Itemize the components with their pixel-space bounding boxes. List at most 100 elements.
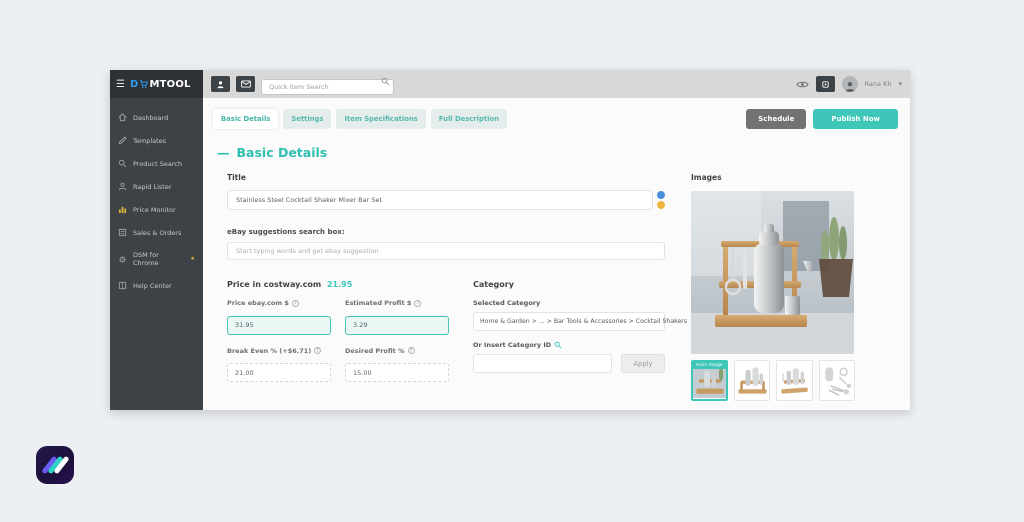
search-icon	[381, 77, 390, 85]
price-ebay-input[interactable]	[227, 315, 331, 335]
tabs: Basic Details Settings Item Specificatio…	[213, 109, 507, 129]
price-source-label: Price in costway.com	[227, 280, 322, 289]
search-input[interactable]	[261, 78, 394, 95]
sidebar-item-templates[interactable]: Templates	[110, 129, 203, 152]
title-input[interactable]	[227, 190, 653, 210]
sidebar-item-label: Price Monitor	[133, 205, 176, 214]
publish-now-button[interactable]: Publish Now	[813, 109, 898, 129]
main-product-image[interactable]	[691, 191, 854, 354]
dsm-tool-logo: D MTOOL	[130, 79, 191, 90]
app-window: ☰ D MTOOL Dashboard Templates Product Se…	[110, 70, 910, 410]
desired-profit-field: Desired Profit %	[345, 346, 449, 382]
gear-icon	[118, 255, 127, 264]
help-icon[interactable]	[314, 347, 322, 354]
person-icon	[217, 80, 224, 88]
apply-button[interactable]: Apply	[621, 354, 665, 373]
sidebar-item-label: Rapid Lister	[133, 182, 172, 191]
help-icon[interactable]	[414, 299, 422, 307]
selected-category-value: Home & Garden > ... > Bar Tools & Access…	[480, 318, 688, 325]
quick-search	[261, 74, 394, 95]
tabs-row: Basic Details Settings Item Specificatio…	[213, 109, 898, 129]
insert-category-label: Or Insert Category ID	[473, 341, 552, 349]
ebay-suggestions-block: eBay suggestions search box:	[227, 228, 665, 260]
topbar: Rana Kh ▾	[203, 70, 910, 98]
images-heading: Images	[691, 173, 722, 182]
dsm-app-badge[interactable]	[36, 446, 74, 484]
sidebar-item-rapid-lister[interactable]: Rapid Lister	[110, 175, 203, 198]
sidebar-item-label: DSM for Chrome	[133, 251, 159, 267]
desired-profit-label: Desired Profit %	[345, 346, 405, 355]
category-heading: Category	[473, 280, 514, 289]
content-area: Basic Details Settings Item Specificatio…	[203, 98, 910, 410]
menu-icon[interactable]: ☰	[116, 79, 125, 90]
image-thumbnails: main image	[691, 360, 856, 401]
desired-profit-input[interactable]	[345, 363, 449, 382]
price-fields-grid: Price ebay.com $ Estimated Profit $ Brea…	[227, 299, 449, 382]
sidebar-item-product-search[interactable]: Product Search	[110, 152, 203, 175]
thumbnail-4[interactable]	[818, 360, 856, 401]
messages-button[interactable]	[236, 76, 255, 92]
lister-button[interactable]	[211, 76, 230, 92]
sidebar-item-help-center[interactable]: Help Center	[110, 274, 203, 297]
sidebar-item-dsm-for-chrome[interactable]: DSM for Chrome ★	[110, 244, 203, 274]
price-section: Price in costway.com 21.95 Price ebay.co…	[227, 280, 449, 382]
selected-category-select[interactable]: Home & Garden > ... > Bar Tools & Access…	[473, 312, 695, 331]
product-photo	[691, 191, 854, 354]
thumbnail-3[interactable]	[776, 360, 813, 401]
pencil-icon	[118, 136, 127, 145]
price-section-heading: Price in costway.com 21.95	[227, 280, 449, 289]
sidebar-item-label: Help Center	[133, 281, 172, 290]
sidebar-nav: Dashboard Templates Product Search Rapid…	[110, 98, 203, 297]
break-even-label: Break Even % (+$6.71)	[227, 346, 312, 355]
sidebar-item-label: Dashboard	[133, 113, 169, 122]
tab-basic-details[interactable]: Basic Details	[213, 109, 279, 129]
estimated-profit-input[interactable]	[345, 315, 449, 335]
orders-icon	[118, 228, 127, 237]
action-buttons: Schedule Publish Now	[746, 109, 898, 129]
tab-settings[interactable]: Settings	[283, 109, 332, 129]
logo-letter: D	[129, 78, 139, 90]
eye-icon[interactable]	[795, 80, 809, 89]
chrome-rating-badge: ★	[190, 256, 195, 262]
selected-category-label: Selected Category	[473, 299, 541, 307]
search-icon	[118, 159, 127, 168]
envelope-icon	[240, 80, 251, 88]
sidebar-item-price-monitor[interactable]: Price Monitor	[110, 198, 203, 221]
images-section: Images main image	[691, 173, 856, 401]
home-icon	[118, 113, 127, 122]
avatar[interactable]	[841, 76, 858, 92]
sidebar-item-dashboard[interactable]: Dashboard	[110, 106, 203, 129]
form-column: Title eBay suggestions search box:	[227, 173, 695, 401]
sidebar-header: ☰ D MTOOL	[110, 70, 203, 98]
help-icon[interactable]	[407, 347, 415, 354]
schedule-button[interactable]: Schedule	[746, 109, 807, 129]
price-category-row: Price in costway.com 21.95 Price ebay.co…	[227, 280, 695, 382]
form-layout: Title eBay suggestions search box:	[213, 173, 898, 401]
sidebar-item-label: Templates	[133, 136, 167, 145]
cart-icon	[140, 79, 149, 88]
sidebar-item-label: Sales & Orders	[133, 228, 182, 237]
tab-item-specifications[interactable]: Item Specifications	[336, 109, 426, 129]
thumb-photo	[734, 363, 770, 398]
ebay-suggestions-input[interactable]	[227, 242, 665, 260]
title-badges	[657, 191, 665, 209]
user-name: Rana Kh	[864, 80, 892, 88]
sidebar: ☰ D MTOOL Dashboard Templates Product Se…	[110, 70, 203, 410]
chevron-down-icon[interactable]: ▾	[898, 80, 902, 88]
thumbnail-2[interactable]	[733, 360, 771, 401]
main-image-badge: main image	[693, 362, 726, 369]
tab-full-description[interactable]: Full Description	[430, 109, 507, 129]
thumb-photo	[777, 363, 812, 398]
thumbnail-1-selected[interactable]: main image	[691, 360, 728, 401]
ebay-suggestions-label: eBay suggestions search box:	[227, 228, 345, 236]
extension-button[interactable]	[815, 76, 835, 92]
thumb-photo	[819, 363, 855, 398]
break-even-input[interactable]	[227, 363, 331, 382]
search-icon[interactable]	[554, 341, 562, 349]
category-id-input[interactable]	[473, 354, 612, 373]
help-icon[interactable]	[291, 299, 299, 307]
price-source-value: 21.95	[326, 280, 353, 289]
category-id-row: Apply	[473, 354, 665, 373]
main-column: Rana Kh ▾ Basic Details Settings Item Sp…	[203, 70, 910, 410]
sidebar-item-sales-orders[interactable]: Sales & Orders	[110, 221, 203, 244]
